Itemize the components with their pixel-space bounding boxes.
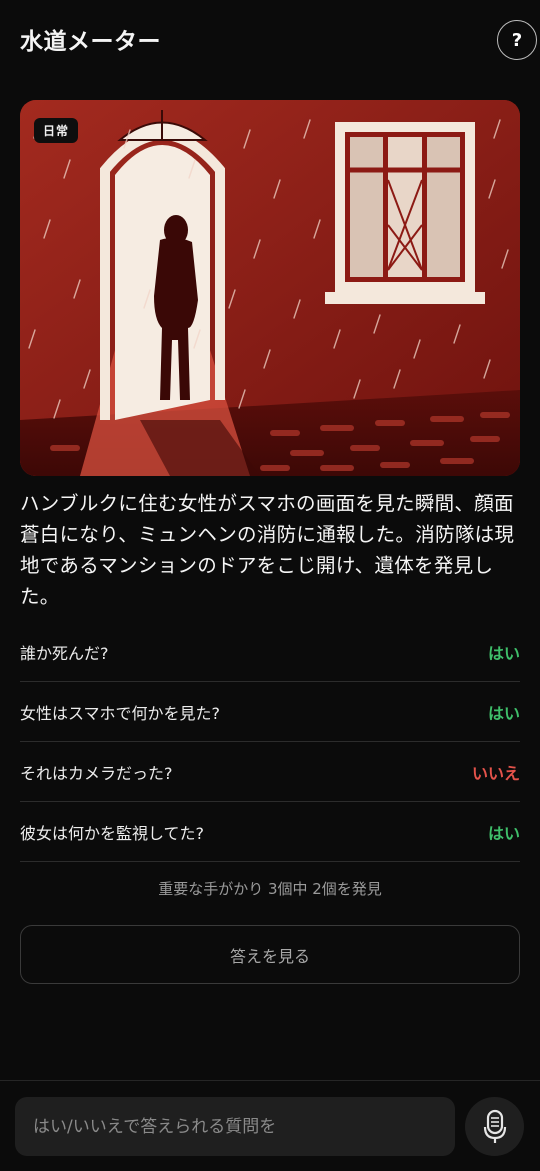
qa-item: 彼女は何かを監視してた? はい <box>20 802 520 862</box>
microphone-icon <box>483 1109 506 1143</box>
category-tag: 日常 <box>34 118 79 143</box>
qa-question: 彼女は何かを監視してた? <box>20 823 205 843</box>
qa-question: 女性はスマホで何かを見た? <box>20 703 221 723</box>
mic-button[interactable] <box>465 1097 524 1156</box>
qa-item: 女性はスマホで何かを見た? はい <box>20 682 520 742</box>
story-illustration: 日常 <box>20 100 520 476</box>
woman-in-doorway-rain-illustration <box>20 100 520 476</box>
qa-answer: はい <box>487 703 520 723</box>
qa-answer: はい <box>487 643 520 663</box>
qa-answer: いいえ <box>471 763 520 783</box>
input-bar <box>0 1080 540 1171</box>
question-input[interactable] <box>15 1097 455 1156</box>
app-screen: 水道メーター ? 日常 ハンブルクに住む女性がスマホの画面を見た瞬間、顔面蒼白に… <box>0 0 540 1171</box>
qa-list: 誰か死んだ? はい 女性はスマホで何かを見た? はい それはカメラだった? いい… <box>20 622 520 862</box>
show-answer-button[interactable]: 答えを見る <box>20 925 520 984</box>
help-button[interactable]: ? <box>497 20 537 60</box>
header: 水道メーター ? <box>0 0 540 82</box>
page-title: 水道メーター <box>20 29 161 55</box>
qa-question: それはカメラだった? <box>20 763 173 783</box>
qa-question: 誰か死んだ? <box>20 643 109 663</box>
qa-item: 誰か死んだ? はい <box>20 622 520 682</box>
story-text: ハンブルクに住む女性がスマホの画面を見た瞬間、顔面蒼白になり、ミュンヘンの消防に… <box>20 492 515 608</box>
question-mark-icon: ? <box>511 29 523 51</box>
qa-answer: はい <box>487 823 520 843</box>
clue-progress: 重要な手がかり 3個中 2個を発見 <box>158 880 382 898</box>
qa-item: それはカメラだった? いいえ <box>20 742 520 802</box>
